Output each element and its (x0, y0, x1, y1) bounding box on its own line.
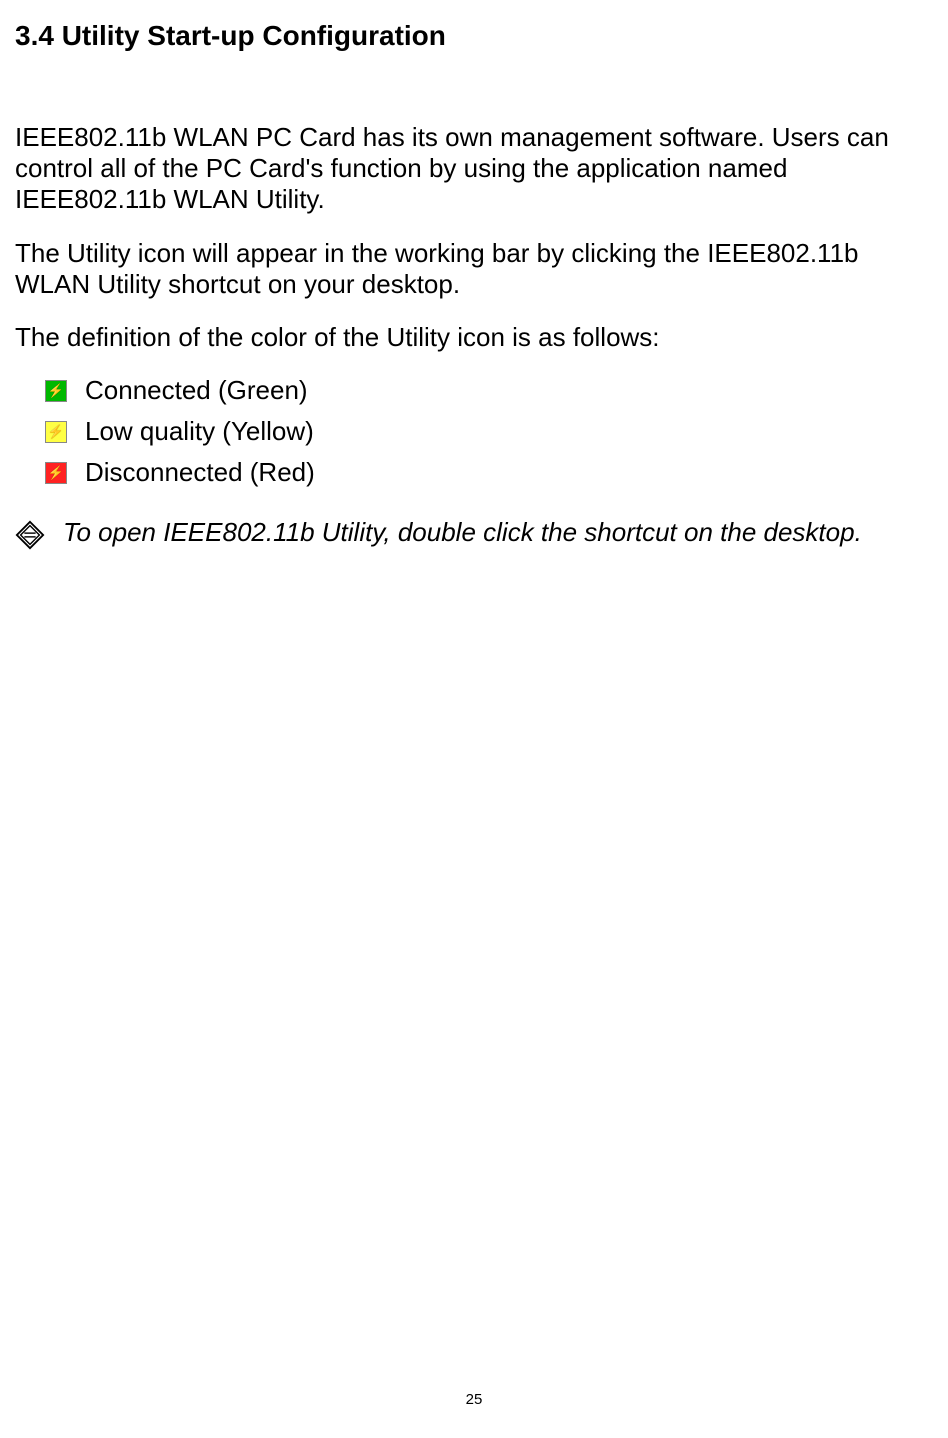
signal-glyph: ⚡ (48, 384, 64, 397)
status-icon-red: ⚡ (45, 462, 67, 484)
legend-label-low: Low quality (Yellow) (85, 416, 314, 447)
signal-glyph: ⚡ (48, 466, 64, 479)
note-icon (15, 520, 45, 550)
note-text: To open IEEE802.11b Utility, double clic… (63, 518, 862, 548)
paragraph-3: The definition of the color of the Utili… (15, 322, 933, 353)
legend-label-connected: Connected (Green) (85, 375, 308, 406)
legend-row-connected: ⚡ Connected (Green) (45, 375, 933, 406)
page-number: 25 (0, 1391, 948, 1408)
status-icon-green: ⚡ (45, 380, 67, 402)
legend-label-disconnected: Disconnected (Red) (85, 457, 315, 488)
status-icon-yellow: ⚡ (45, 421, 67, 443)
paragraph-1: IEEE802.11b WLAN PC Card has its own man… (15, 122, 933, 216)
note-row: To open IEEE802.11b Utility, double clic… (15, 518, 933, 550)
section-heading: 3.4 Utility Start-up Configuration (15, 20, 933, 52)
paragraph-2: The Utility icon will appear in the work… (15, 238, 933, 300)
legend-row-disconnected: ⚡ Disconnected (Red) (45, 457, 933, 488)
legend-row-low: ⚡ Low quality (Yellow) (45, 416, 933, 447)
icon-legend: ⚡ Connected (Green) ⚡ Low quality (Yello… (45, 375, 933, 488)
signal-glyph: ⚡ (48, 425, 64, 438)
